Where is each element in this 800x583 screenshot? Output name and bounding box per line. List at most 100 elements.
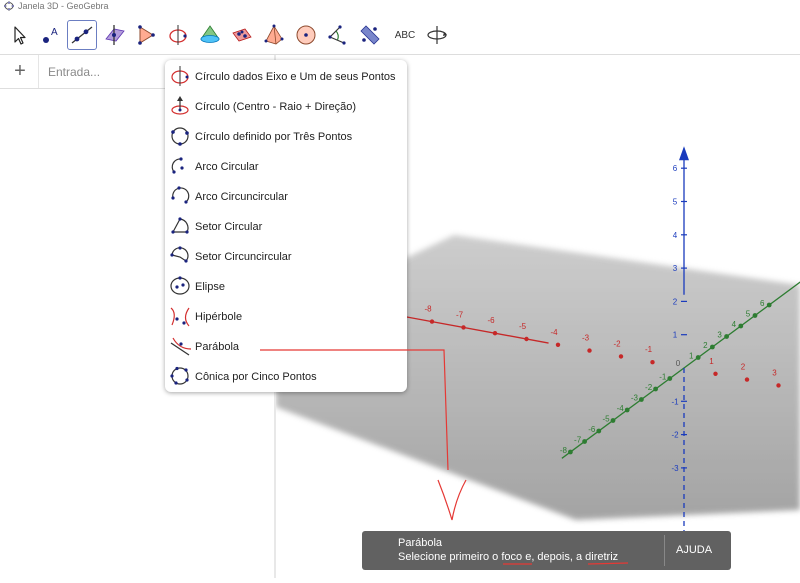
tooltip-word-focus: foco <box>501 551 523 563</box>
sphere-tool-button[interactable] <box>291 20 321 50</box>
point-icon: A <box>43 27 58 43</box>
angle-tool-button[interactable] <box>323 20 353 50</box>
y-axis-tick <box>596 428 602 434</box>
window-title: Janela 3D - GeoGebra <box>18 1 109 11</box>
rotate-view-tool-button[interactable] <box>422 20 452 50</box>
help-button[interactable]: AJUDA <box>676 531 712 570</box>
menu-item-circle-axis-point[interactable]: Círculo dados Eixo e Um de seus Pontos <box>165 62 407 92</box>
plane-icon <box>232 28 252 42</box>
y-axis-tick <box>710 344 715 350</box>
title-bar: Janela 3D - GeoGebra <box>0 0 800 14</box>
z-axis-tick-label: 2 <box>673 297 678 306</box>
circle-tools-dropdown: Círculo dados Eixo e Um de seus Pontos C… <box>165 60 407 392</box>
circle-tool-button[interactable] <box>163 20 193 50</box>
circumcircular-sector-icon <box>170 246 189 263</box>
move-tool-button[interactable] <box>4 20 34 50</box>
y-axis-tick <box>738 323 744 329</box>
reflect-tool-button[interactable] <box>355 20 385 50</box>
circumcircular-arc-icon <box>171 186 190 204</box>
y-axis-tick <box>653 386 658 392</box>
y-axis-tick-label: 5 <box>746 310 751 319</box>
x-axis-tick-label: -8 <box>424 305 432 314</box>
x-axis-tick <box>429 319 435 324</box>
add-item-button[interactable]: + <box>10 59 30 83</box>
point-tool-button[interactable]: A <box>36 20 66 50</box>
y-axis-tick <box>766 302 772 308</box>
perpendicular-icon <box>105 25 125 45</box>
y-axis-tick-label: 4 <box>732 320 737 329</box>
y-axis-tick <box>639 397 644 402</box>
z-axis-tick-label: 3 <box>673 264 678 273</box>
toolbar: A ABC <box>0 14 800 54</box>
parabola-icon <box>170 337 191 356</box>
x-axis-tick <box>776 383 781 388</box>
intersect-tool-button[interactable] <box>195 20 225 50</box>
menu-item-label: Parábola <box>195 341 240 353</box>
menu-item-circumcircular-sector[interactable]: Setor Circuncircular <box>165 242 407 272</box>
origin-label: 0 <box>676 359 681 368</box>
x-axis-tick-label: 1 <box>709 357 714 366</box>
x-axis-tick <box>744 377 750 382</box>
z-axis-tick-label: 4 <box>673 231 678 240</box>
tooltip-divider <box>664 535 665 566</box>
menu-item-label: Cônica por Cinco Pontos <box>195 371 317 383</box>
conic-five-points-icon <box>170 366 189 385</box>
x-axis-tick-label: 2 <box>741 363 746 372</box>
line-tool-button[interactable] <box>67 20 97 50</box>
y-axis-tick <box>724 334 729 339</box>
x-axis-tick <box>492 331 498 336</box>
x-axis-tick-label: -5 <box>519 322 527 331</box>
menu-item-circular-sector[interactable]: Setor Circular <box>165 212 407 242</box>
tooltip-text-prefix: Selecione primeiro o <box>398 551 502 563</box>
x-axis-tick <box>618 354 624 359</box>
text-tool-button[interactable]: ABC <box>389 20 419 50</box>
menu-item-label: Elipse <box>195 281 225 293</box>
input-divider <box>38 55 39 88</box>
tool-help-tooltip: Parábola Selecione primeiro o foco e, de… <box>362 531 731 570</box>
x-axis-tick-label: -4 <box>550 328 558 337</box>
menu-item-circle-three-points[interactable]: Círculo definido por Três Pontos <box>165 122 407 152</box>
circular-sector-icon <box>171 217 189 234</box>
y-axis-tick <box>752 313 758 318</box>
menu-item-conic-five-points[interactable]: Cônica por Cinco Pontos <box>165 362 407 392</box>
cursor-icon <box>14 26 26 45</box>
x-axis-tick <box>461 325 466 330</box>
line-icon <box>71 26 93 44</box>
menu-item-ellipse[interactable]: Elipse <box>165 272 407 302</box>
y-axis-tick-label: 3 <box>717 331 722 340</box>
menu-item-label: Arco Circuncircular <box>195 191 288 203</box>
menu-item-parabola[interactable]: Parábola <box>165 332 407 362</box>
z-axis-tick-label: -1 <box>671 397 679 406</box>
cone-icon <box>200 25 220 43</box>
menu-item-label: Hipérbole <box>195 311 243 323</box>
geogebra-logo-icon <box>4 1 14 11</box>
pyramid-icon <box>264 24 284 45</box>
x-axis-tick-label: -7 <box>456 310 464 319</box>
circle-axis-icon <box>169 25 187 45</box>
y-axis-tick-label: -1 <box>659 373 667 382</box>
z-axis-tick-label: 6 <box>673 164 678 173</box>
svg-text:A: A <box>51 27 58 38</box>
y-axis-tick-label: -6 <box>588 425 596 434</box>
y-axis-tick <box>667 376 673 381</box>
polygon-tool-button[interactable] <box>131 20 161 50</box>
sphere-icon <box>296 25 316 45</box>
y-axis-tick <box>582 439 587 444</box>
menu-item-circular-arc[interactable]: Arco Circular <box>165 152 407 182</box>
y-axis-tick <box>624 407 630 413</box>
y-axis-tick-label: -8 <box>560 446 568 455</box>
x-axis-tick-label: -2 <box>613 339 621 348</box>
perpendicular-tool-button[interactable] <box>99 20 129 50</box>
text-icon: ABC <box>394 30 416 41</box>
y-axis-tick-label: 2 <box>703 341 708 350</box>
plane-tool-button[interactable] <box>227 20 257 50</box>
x-axis-tick-label: -6 <box>487 316 495 325</box>
menu-item-hyperbola[interactable]: Hipérbole <box>165 302 407 332</box>
y-axis-tick-label: -4 <box>617 404 625 413</box>
menu-item-circle-center-radius[interactable]: Círculo (Centro - Raio + Direção) <box>165 92 407 122</box>
menu-item-circumcircular-arc[interactable]: Arco Circuncircular <box>165 182 407 212</box>
y-axis-tick <box>568 449 573 455</box>
pyramid-tool-button[interactable] <box>259 20 289 50</box>
x-axis-tick-label: 3 <box>772 368 777 377</box>
z-axis-arrow <box>679 146 689 161</box>
